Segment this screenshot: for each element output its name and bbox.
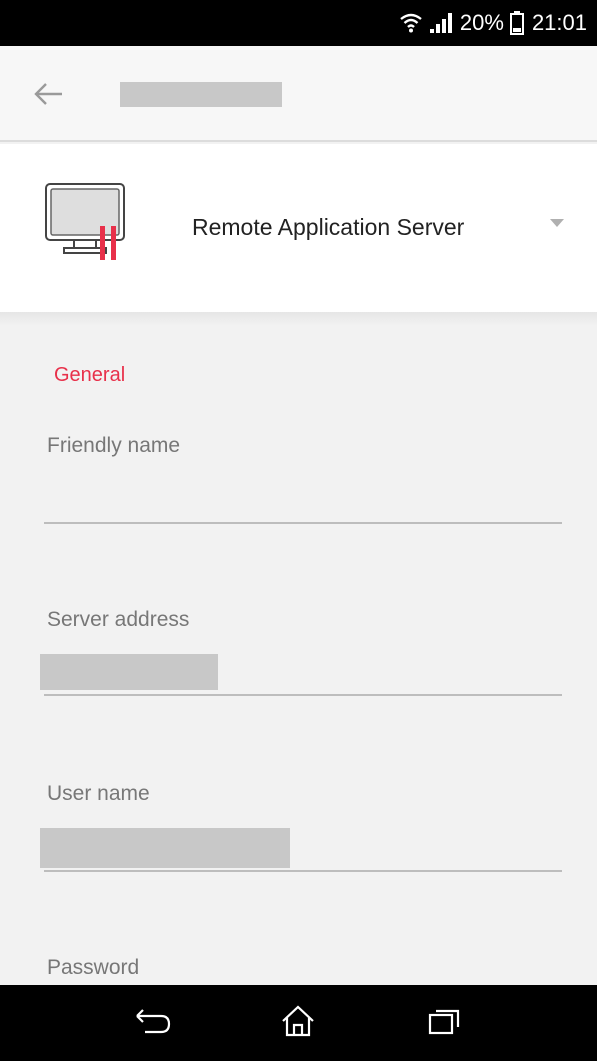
user-name-value-redacted <box>40 828 290 868</box>
status-bar: 20% 21:01 <box>0 0 597 46</box>
server-type-dropdown[interactable]: Remote Application Server <box>150 144 597 312</box>
server-address-field: Server address <box>40 608 562 700</box>
user-name-label: User name <box>47 782 150 805</box>
user-name-input[interactable] <box>44 870 562 872</box>
back-button[interactable] <box>30 76 70 112</box>
friendly-name-input[interactable] <box>44 522 562 524</box>
battery-icon <box>509 11 524 35</box>
monitor-icon <box>44 182 134 262</box>
battery-indicator: 20% <box>460 10 524 36</box>
section-title-general: General <box>54 364 126 386</box>
password-label: Password <box>47 956 140 979</box>
nav-home-button[interactable] <box>268 998 328 1048</box>
server-type-label: Remote Application Server <box>192 214 465 240</box>
password-field: Password <box>44 956 562 986</box>
clock: 21:01 <box>531 10 587 35</box>
back-nav-icon <box>135 1008 171 1039</box>
signal-icon <box>429 13 452 33</box>
chevron-down-icon <box>550 219 564 227</box>
page-title-redacted <box>120 82 282 107</box>
nav-back-button[interactable] <box>123 998 183 1048</box>
connection-form: General Friendly name Server address Use… <box>0 326 597 985</box>
server-type-card: Remote Application Server <box>0 144 597 312</box>
recents-icon <box>428 1007 460 1040</box>
user-name-field: User name <box>40 782 562 874</box>
system-nav-bar <box>0 985 597 1061</box>
battery-percent: 20% <box>459 10 504 35</box>
card-divider <box>0 312 597 326</box>
home-icon <box>281 1004 315 1042</box>
arrow-left-icon <box>30 83 70 116</box>
friendly-name-field: Friendly name <box>44 434 562 526</box>
server-address-value-redacted <box>40 654 218 690</box>
nav-recents-button[interactable] <box>414 998 474 1048</box>
wifi-icon <box>400 13 422 33</box>
app-bar <box>0 46 597 142</box>
server-address-input[interactable] <box>44 694 562 696</box>
friendly-name-label: Friendly name <box>47 434 181 457</box>
server-address-label: Server address <box>47 608 190 631</box>
